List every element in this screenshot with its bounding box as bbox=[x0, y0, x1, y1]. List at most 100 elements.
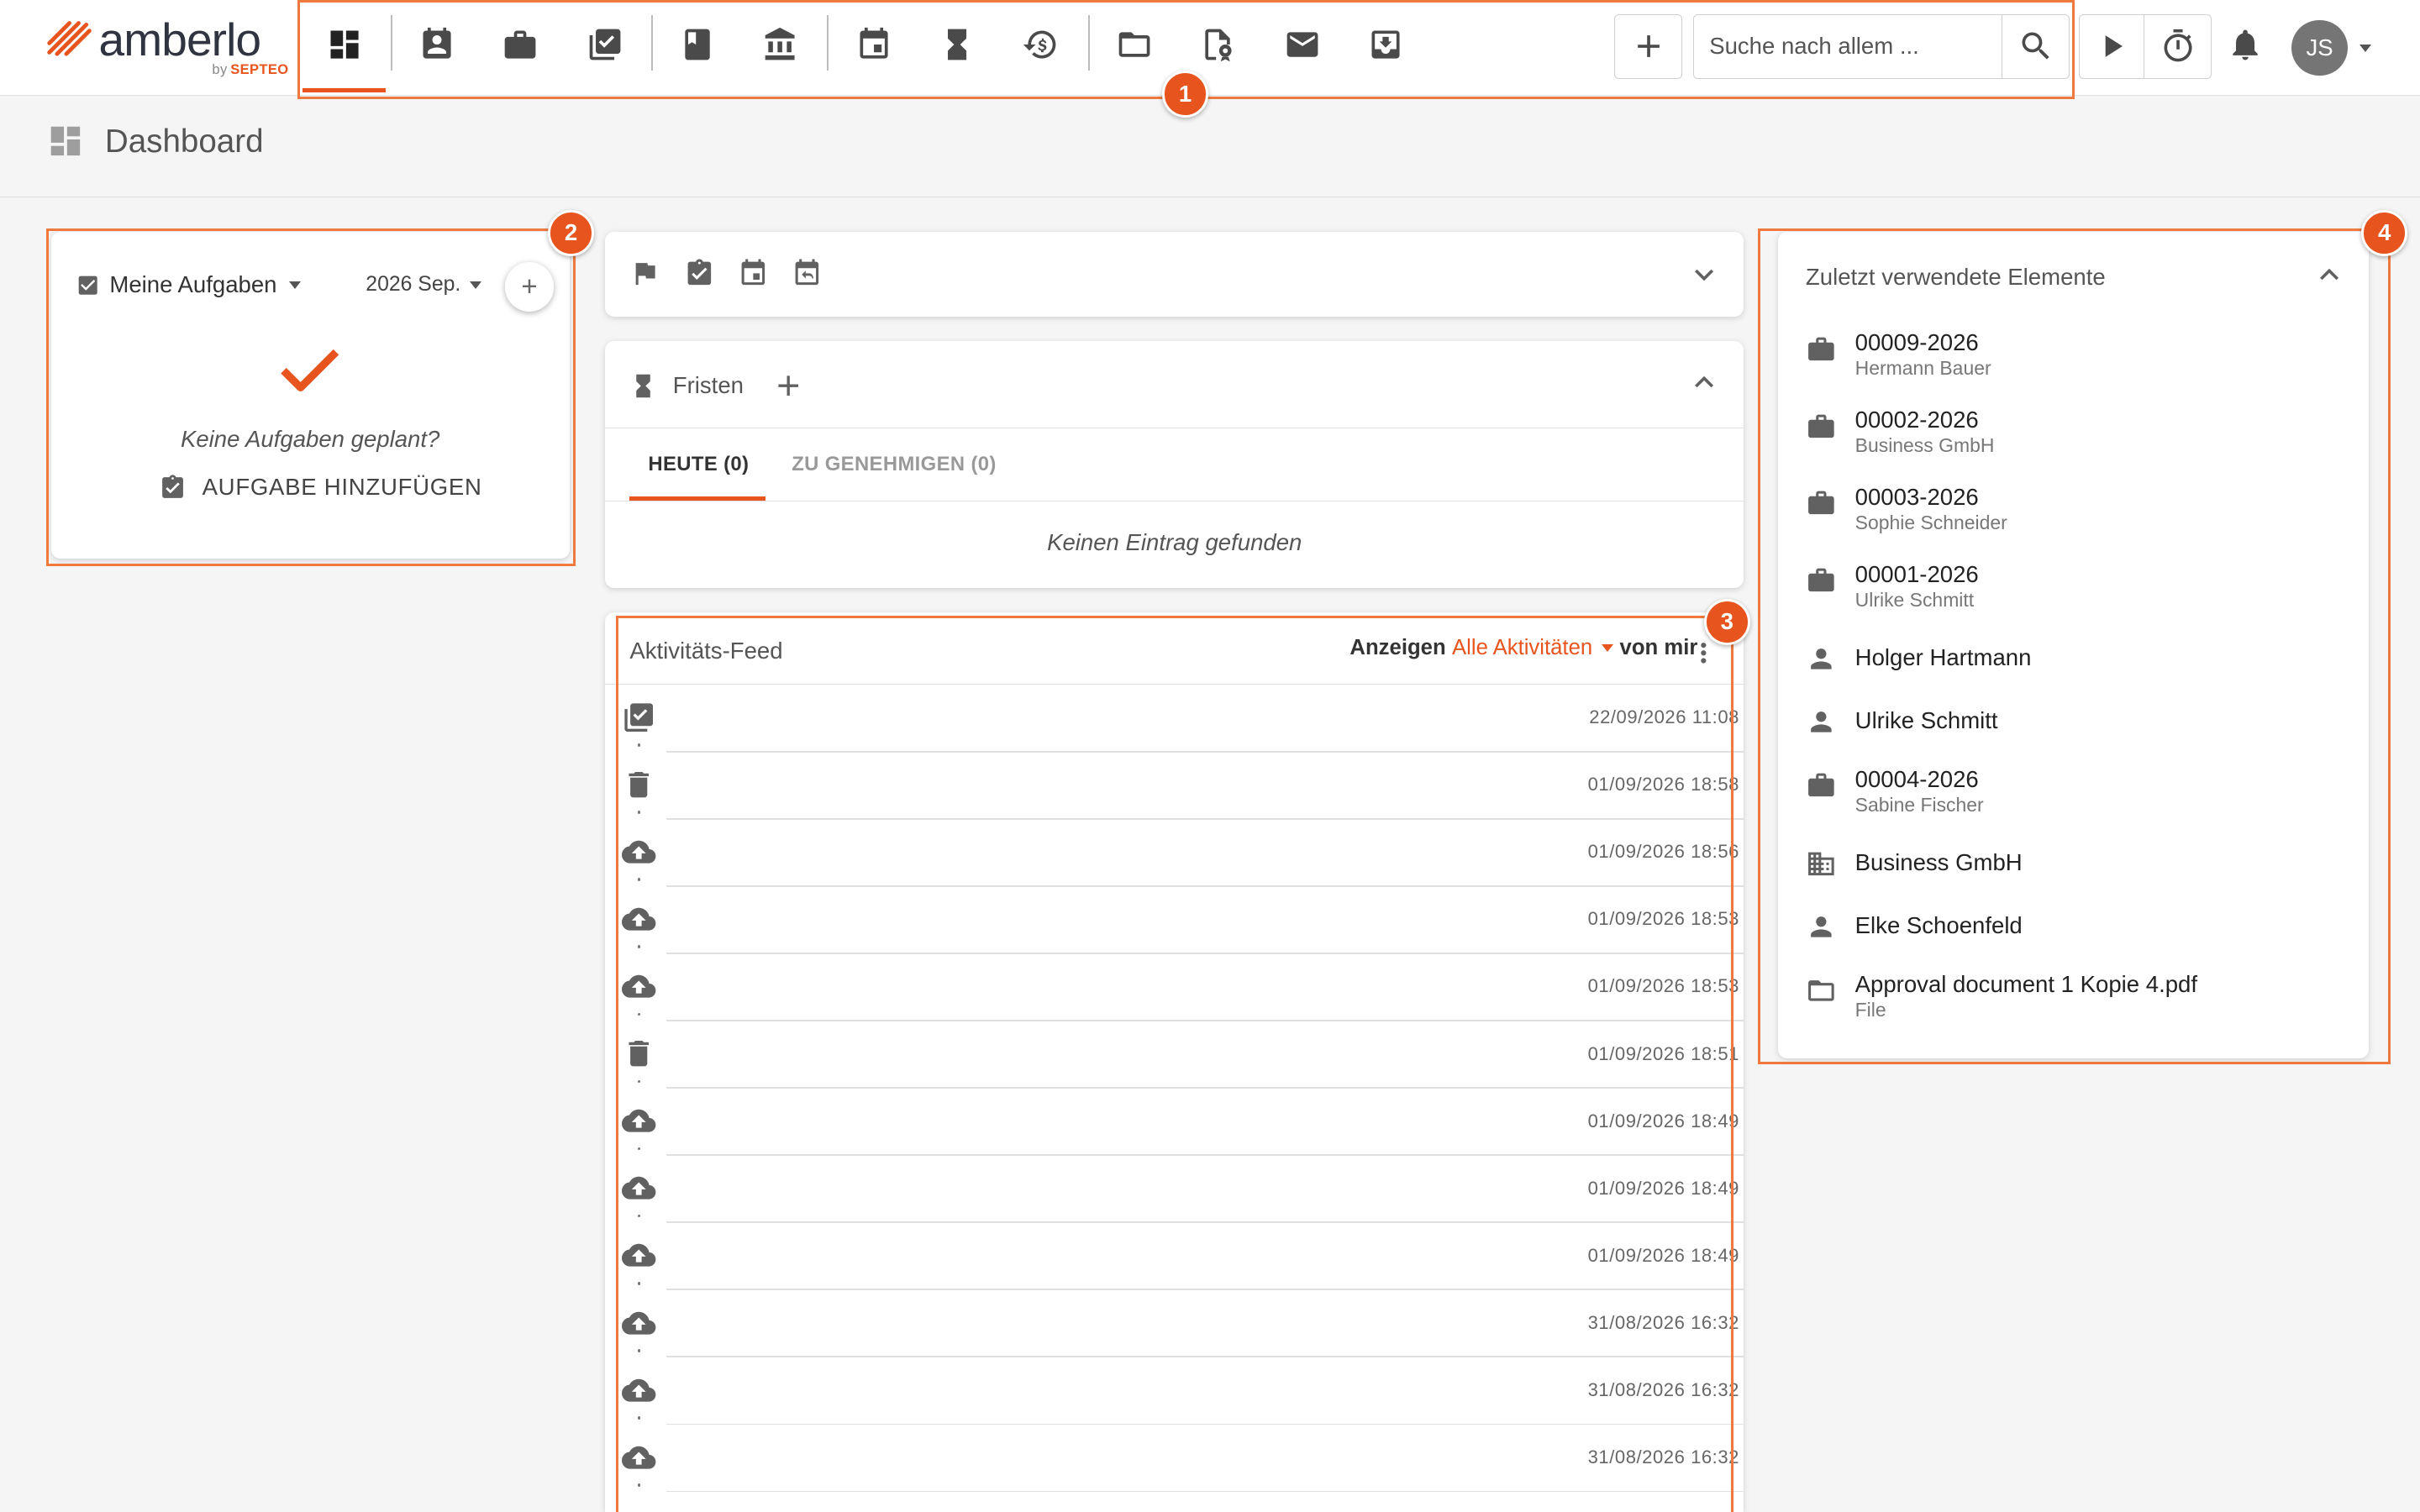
recent-item[interactable]: Approval document 1 Kopie 4.pdf File bbox=[1806, 970, 2197, 1022]
nav-time-billing[interactable] bbox=[1014, 18, 1066, 71]
add-deadline-plus-icon[interactable] bbox=[771, 369, 805, 402]
recent-item[interactable]: Holger Hartmann bbox=[1806, 643, 2032, 675]
search-button[interactable] bbox=[2002, 13, 2070, 79]
activity-filter: Anzeigen Alle Aktivitäten von mir bbox=[1349, 636, 1697, 660]
quick-actions-card bbox=[604, 231, 1744, 317]
nav-documents[interactable] bbox=[1108, 18, 1160, 71]
timer-play-button[interactable] bbox=[2079, 13, 2145, 79]
briefcase-icon bbox=[1806, 564, 1837, 596]
activity-row[interactable]: 01/09/2026 18:51 bbox=[605, 1021, 1744, 1089]
stopwatch-button[interactable] bbox=[2144, 13, 2212, 79]
nav-calendar[interactable] bbox=[847, 18, 899, 71]
recent-item[interactable]: 00009-2026 Hermann Bauer bbox=[1806, 328, 1991, 381]
recent-item[interactable]: 00004-2026 Sabine Fischer bbox=[1806, 765, 1984, 817]
flag-icon[interactable] bbox=[629, 258, 660, 289]
activity-row[interactable]: 01/09/2026 18:53 bbox=[605, 954, 1744, 1021]
task-check-icon[interactable] bbox=[684, 258, 715, 289]
activity-row[interactable]: 01/09/2026 18:58 bbox=[605, 753, 1744, 820]
user-avatar[interactable]: JS bbox=[2291, 19, 2348, 76]
time-billing-icon bbox=[1022, 26, 1059, 63]
timeline-dot bbox=[637, 1281, 641, 1285]
activity-row[interactable]: 01/09/2026 18:53 bbox=[605, 887, 1744, 954]
activity-timestamp: 01/09/2026 18:56 bbox=[1587, 841, 1739, 863]
nav-separator bbox=[651, 15, 653, 71]
nav-dashboard[interactable] bbox=[318, 18, 370, 71]
recent-item-subtitle: Business GmbH bbox=[1854, 434, 1995, 457]
cloud-upload-icon bbox=[622, 902, 655, 936]
cloud-upload-icon bbox=[622, 1171, 655, 1205]
notifications-button[interactable] bbox=[2219, 18, 2271, 71]
chevron-up-icon[interactable] bbox=[1686, 364, 1723, 401]
activity-row[interactable]: 01/09/2026 18:49 bbox=[605, 1156, 1744, 1224]
tab-to-approve[interactable]: ZU GENEHMIGEN (0) bbox=[792, 453, 997, 476]
recent-item-title: Holger Hartmann bbox=[1854, 643, 2032, 670]
dropdown-caret-icon[interactable] bbox=[1602, 643, 1614, 652]
timeline-dot bbox=[637, 1147, 641, 1151]
logo-stripes-icon bbox=[47, 21, 92, 56]
nav-mail[interactable] bbox=[1276, 18, 1328, 71]
activity-row[interactable]: 31/08/2026 16:32 bbox=[605, 1290, 1744, 1358]
activity-timestamp: 01/09/2026 18:49 bbox=[1587, 1110, 1739, 1131]
nav-bank[interactable] bbox=[755, 18, 807, 71]
recent-item-subtitle: Sophie Schneider bbox=[1854, 511, 2007, 533]
month-selector[interactable]: 2026 Sep. bbox=[366, 273, 482, 297]
recent-item[interactable]: Ulrike Schmitt bbox=[1806, 706, 1998, 738]
folder-icon bbox=[1116, 26, 1153, 63]
document-stamp-icon bbox=[1199, 26, 1236, 63]
recent-item-subtitle: Sabine Fischer bbox=[1854, 794, 1984, 816]
my-tasks-dropdown[interactable]: Meine Aufgaben bbox=[76, 271, 302, 298]
activity-user-filter[interactable]: von mir bbox=[1620, 636, 1698, 660]
play-icon bbox=[2093, 28, 2130, 65]
nav-matters[interactable] bbox=[494, 18, 546, 71]
recent-item-title: 00002-2026 bbox=[1854, 407, 1979, 433]
activity-row[interactable]: 01/09/2026 18:49 bbox=[605, 1089, 1744, 1157]
user-menu-caret-icon[interactable] bbox=[2360, 45, 2372, 53]
activity-row[interactable]: 01/09/2026 18:49 bbox=[605, 1223, 1744, 1291]
recent-item[interactable]: Business GmbH bbox=[1806, 848, 2023, 879]
folder-outline-icon bbox=[1806, 975, 1837, 1006]
activity-timestamp: 01/09/2026 18:58 bbox=[1587, 774, 1739, 795]
activity-row[interactable]: 31/08/2026 16:32 bbox=[605, 1357, 1744, 1425]
timeline-dot bbox=[637, 1079, 641, 1084]
timeline-dot bbox=[637, 1012, 641, 1016]
nav-contacts[interactable] bbox=[411, 18, 463, 71]
highlight-badge-3: 3 bbox=[1703, 598, 1750, 645]
recent-item-title: 00003-2026 bbox=[1854, 483, 1979, 510]
timeline-dot bbox=[637, 1214, 641, 1218]
stopwatch-icon bbox=[2160, 28, 2196, 65]
calendar-reply-icon[interactable] bbox=[792, 258, 823, 289]
recent-item[interactable]: 00001-2026 Ulrike Schmitt bbox=[1806, 560, 1979, 612]
tab-today[interactable]: HEUTE (0) bbox=[648, 453, 749, 476]
contacts-icon bbox=[418, 26, 455, 63]
person-icon bbox=[1806, 911, 1837, 942]
nav-tasks[interactable] bbox=[579, 18, 631, 71]
dashboard-icon bbox=[46, 122, 85, 160]
my-tasks-title: Meine Aufgaben bbox=[109, 271, 277, 298]
book-icon bbox=[679, 26, 716, 63]
chevron-up-icon[interactable] bbox=[2311, 256, 2348, 293]
global-search-input[interactable] bbox=[1692, 13, 2005, 79]
activity-type-dropdown[interactable]: Alle Aktivitäten bbox=[1452, 636, 1592, 660]
recent-item[interactable]: 00002-2026 Business GmbH bbox=[1806, 406, 1994, 458]
cloud-upload-icon bbox=[622, 835, 655, 869]
activity-timestamp: 01/09/2026 18:49 bbox=[1587, 1177, 1739, 1199]
app-logo[interactable]: amberlo by SEPTEO bbox=[46, 13, 293, 83]
recent-item[interactable]: Elke Schoenfeld bbox=[1806, 911, 2023, 942]
chevron-down-icon[interactable] bbox=[1686, 256, 1723, 293]
activity-row[interactable]: 22/09/2026 11:08 bbox=[605, 685, 1744, 753]
activity-list: 22/09/2026 11:08 01/09/2026 18:58 01/09/20… bbox=[605, 685, 1744, 1493]
add-task-button[interactable]: AUFGABE HINZUFÜGEN bbox=[159, 474, 482, 501]
quick-add-button[interactable] bbox=[1614, 13, 1682, 79]
activity-row[interactable]: 01/09/2026 18:56 bbox=[605, 820, 1744, 887]
recent-item[interactable]: 00003-2026 Sophie Schneider bbox=[1806, 483, 2007, 535]
nav-deadlines[interactable] bbox=[931, 18, 983, 71]
timeline-dot bbox=[637, 878, 641, 882]
add-task-round-button[interactable]: + bbox=[504, 262, 555, 312]
nav-document-approval[interactable] bbox=[1192, 18, 1244, 71]
calendar-event-icon[interactable] bbox=[738, 258, 769, 289]
activity-row[interactable]: 31/08/2026 16:32 bbox=[605, 1425, 1744, 1493]
nav-inbox[interactable] bbox=[1360, 18, 1412, 71]
top-bar: amberlo bySEPTEO JS bbox=[0, 0, 2420, 96]
recent-item-title: 00004-2026 bbox=[1854, 765, 1979, 792]
nav-book[interactable] bbox=[671, 18, 723, 71]
